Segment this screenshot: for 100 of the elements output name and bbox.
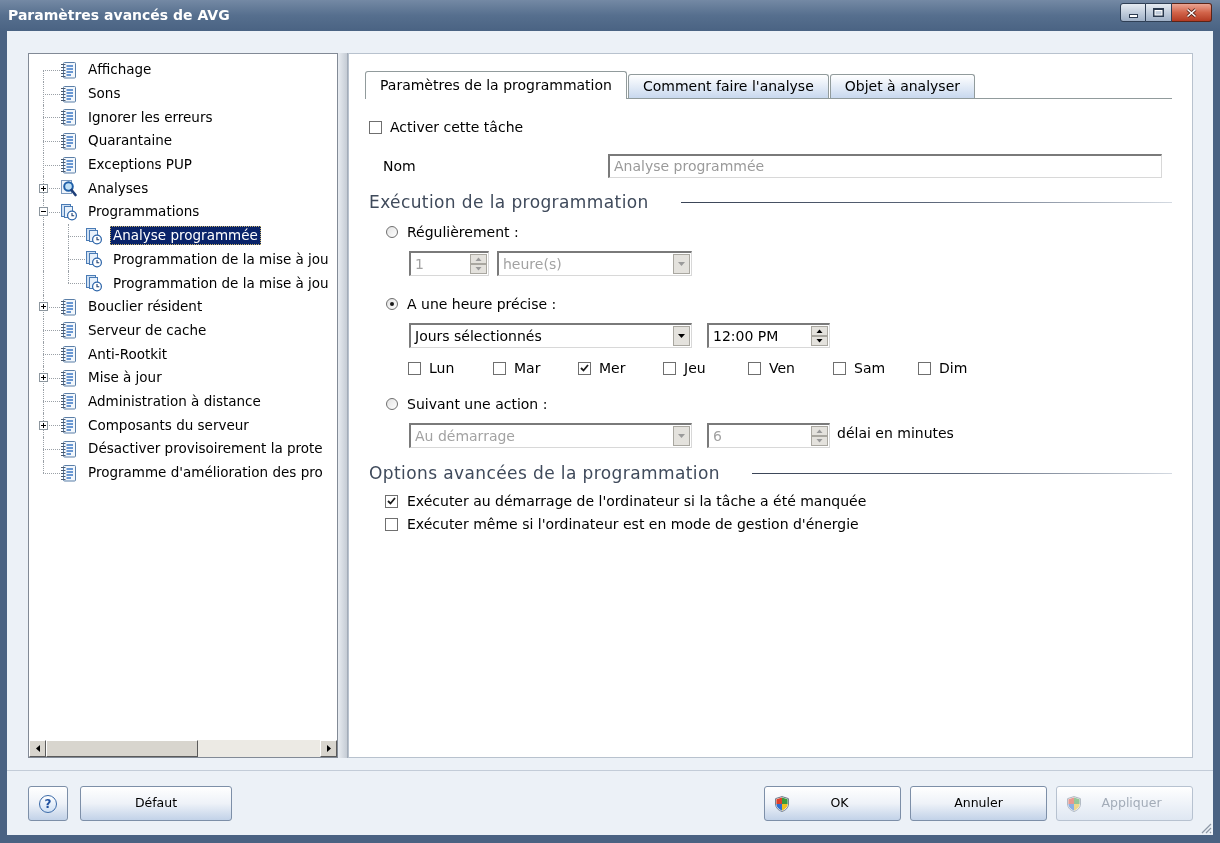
checkbox[interactable]: [918, 361, 931, 375]
day-label: Sam: [854, 358, 886, 378]
tree-item[interactable]: Désactiver provisoirement la prote: [85, 439, 326, 459]
cancel-button[interactable]: Annuler: [910, 786, 1047, 821]
tree-item[interactable]: Quarantaine: [85, 131, 175, 151]
notepad-icon: [60, 345, 77, 364]
scroll-right-button[interactable]: [320, 740, 337, 757]
tree-item[interactable]: Administration à distance: [85, 391, 264, 411]
notepad-icon: [60, 416, 77, 435]
day-label: Mer: [599, 358, 626, 378]
minimize-button[interactable]: [1120, 3, 1146, 22]
radio-label: A une heure précise :: [407, 294, 557, 314]
notepad-icon: [60, 60, 77, 79]
checkbox[interactable]: [663, 361, 676, 375]
day-label: Mar: [514, 358, 541, 378]
window-title: Paramètres avancés de AVG: [8, 7, 230, 23]
document-clock-icon: [60, 202, 77, 221]
document-clock-icon: [85, 250, 102, 269]
field-label: Nom: [383, 156, 417, 176]
spinner-arrows-icon[interactable]: [811, 326, 828, 346]
shield-icon: [775, 795, 789, 812]
radio-label: Régulièrement :: [407, 222, 519, 242]
minimize-icon: [1128, 13, 1138, 18]
tree-item[interactable]: Anti-Rootkit: [85, 344, 171, 364]
minus-box-icon[interactable]: [39, 207, 48, 217]
checkbox[interactable]: [385, 494, 398, 508]
horizontal-scrollbar[interactable]: [29, 740, 337, 757]
notepad-icon: [60, 297, 77, 316]
right-triangle-icon: [326, 745, 331, 752]
unit-label: délai en minutes: [837, 424, 954, 443]
notepad-icon: [60, 84, 77, 103]
plus-box-icon[interactable]: [39, 183, 48, 193]
radio-button[interactable]: [386, 398, 398, 410]
notepad-icon: [60, 392, 77, 411]
checkbox[interactable]: [833, 361, 846, 375]
checkmark-icon: [580, 364, 589, 372]
plus-box-icon[interactable]: [39, 420, 48, 430]
day-label: Ven: [769, 358, 795, 378]
tree-item[interactable]: Programme d'amélioration des pro: [85, 463, 326, 483]
plus-box-icon[interactable]: [39, 302, 48, 312]
tree-item[interactable]: Serveur de cache: [85, 320, 210, 340]
notepad-icon: [60, 368, 77, 387]
scroll-left-button[interactable]: [29, 740, 46, 757]
notepad-icon: [60, 108, 77, 127]
left-triangle-icon: [35, 745, 40, 752]
help-button[interactable]: ?: [28, 786, 68, 821]
radio-button[interactable]: [386, 298, 398, 310]
checkbox[interactable]: [748, 361, 761, 375]
day-label: Lun: [429, 358, 455, 378]
notepad-icon: [60, 439, 77, 458]
section-heading: Options avancées de la programmation: [369, 463, 720, 483]
tree-item[interactable]: Mise à jour: [85, 368, 165, 388]
tree-item[interactable]: Analyses: [85, 178, 152, 198]
ok-button[interactable]: OK: [764, 786, 901, 821]
tree-item[interactable]: Exceptions PUP: [85, 155, 195, 175]
tree-item[interactable]: Programmations: [85, 202, 203, 222]
checkbox[interactable]: [385, 517, 398, 531]
checkbox-label: Exécuter au démarrage de l'ordinateur si la tâche a été manquée: [407, 491, 867, 511]
scrollbar-thumb[interactable]: [46, 740, 198, 757]
tree-item[interactable]: Affichage: [85, 60, 155, 80]
plus-box-icon[interactable]: [39, 373, 48, 383]
resize-grip-icon[interactable]: [1201, 823, 1212, 834]
checkbox[interactable]: [493, 361, 506, 375]
document-clock-icon: [85, 226, 102, 245]
radio-label: Suivant une action :: [407, 394, 548, 414]
tree-item[interactable]: Programmation de la mise à jou: [110, 249, 332, 269]
caret-icon[interactable]: [673, 326, 690, 346]
notepad-icon: [60, 155, 77, 174]
maximize-button[interactable]: [1146, 3, 1172, 22]
magnifier-icon: [60, 179, 77, 198]
checkbox-label: Activer cette tâche: [390, 117, 524, 137]
checkmark-icon: [387, 497, 396, 505]
notepad-icon: [60, 321, 77, 340]
checkbox-label: Exécuter même si l'ordinateur est en mode de gestion d'énergie: [407, 514, 859, 534]
dropdown[interactable]: Jours sélectionnés: [409, 323, 692, 348]
document-clock-icon: [85, 274, 102, 293]
tree-item[interactable]: Programmation de la mise à jou: [110, 273, 332, 293]
close-button[interactable]: [1172, 3, 1212, 22]
notepad-icon: [60, 131, 77, 150]
notepad-icon: [60, 463, 77, 482]
spin-box[interactable]: 12:00 PM: [707, 323, 830, 348]
checkbox[interactable]: [369, 120, 382, 134]
default-button[interactable]: Défaut: [80, 786, 232, 821]
checkbox[interactable]: [408, 361, 421, 375]
close-icon: [1186, 7, 1197, 18]
day-label: Jeu: [684, 358, 706, 378]
tree-item[interactable]: Ignorer les erreurs: [85, 107, 216, 127]
tree-item[interactable]: Composants du serveur: [85, 415, 252, 435]
tab[interactable]: Paramètres de la programmation: [365, 71, 627, 99]
tree-item[interactable]: Bouclier résident: [85, 297, 206, 317]
tree-item[interactable]: Analyse programmée: [110, 226, 261, 246]
tab[interactable]: Comment faire l'analyse: [627, 74, 829, 98]
maximize-icon: [1153, 8, 1164, 17]
tab[interactable]: Objet à analyser: [829, 74, 975, 98]
checkbox[interactable]: [578, 361, 591, 375]
tree-item[interactable]: Sons: [85, 84, 124, 104]
shield-icon: [1067, 795, 1081, 812]
day-label: Dim: [939, 358, 968, 378]
section-heading: Exécution de la programmation: [369, 192, 649, 212]
radio-button[interactable]: [386, 226, 398, 238]
